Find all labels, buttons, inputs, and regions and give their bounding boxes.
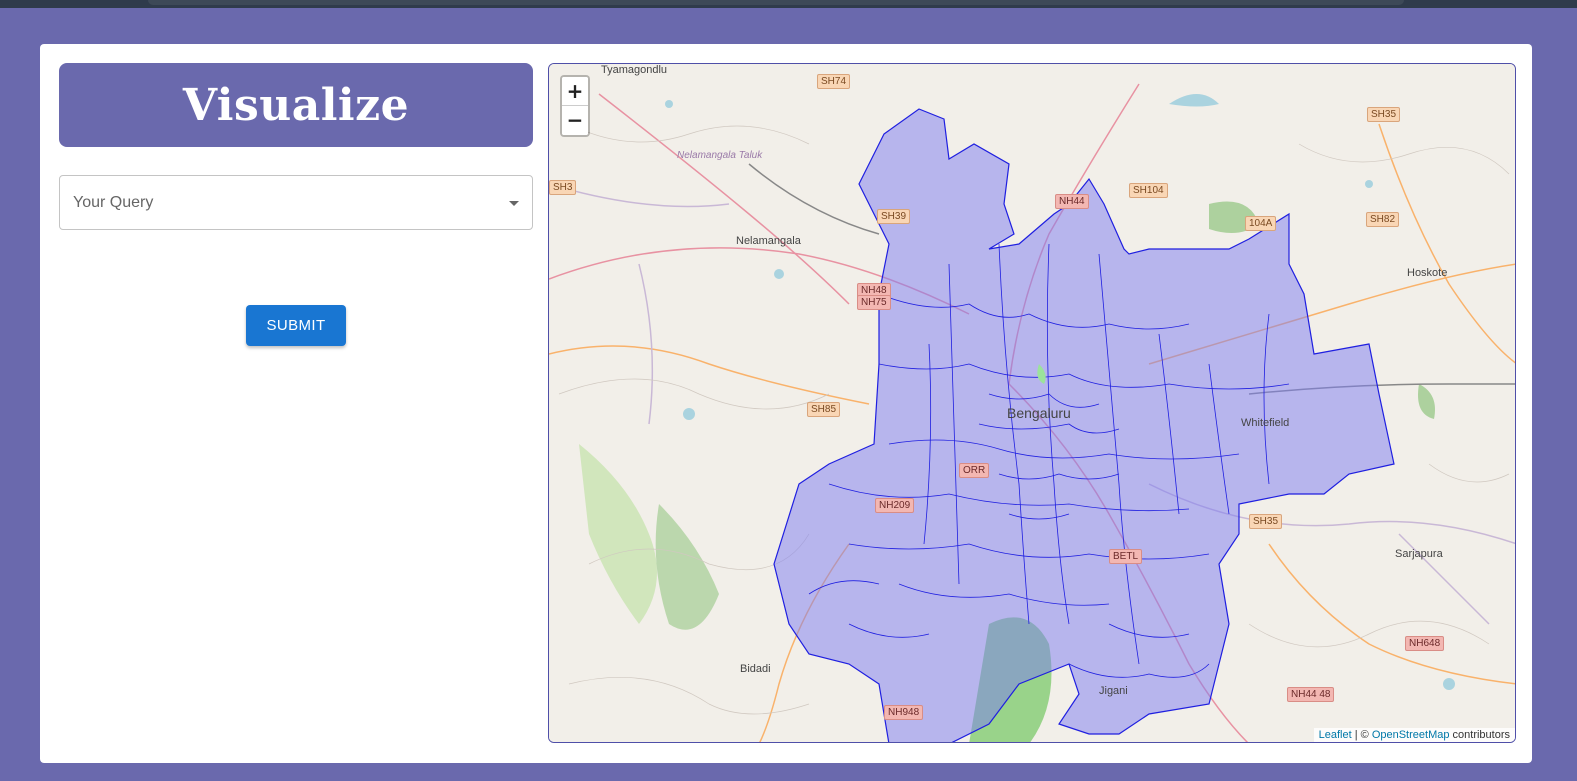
osm-link[interactable]: OpenStreetMap [1372,729,1450,741]
attribution-suffix: contributors [1449,729,1510,741]
map-place-label: Nelamangala [736,235,801,247]
road-shield: NH648 [1405,636,1445,651]
title-banner: Visualize [59,63,533,147]
map-canvas [549,64,1515,742]
map-place-label: Hoskote [1407,267,1448,279]
road-shield: NH44 [1055,194,1089,209]
map-place-label: Jigani [1099,685,1128,697]
zoom-in-button[interactable]: + [562,77,588,106]
map-place-label: Whitefield [1241,417,1290,429]
browser-top-bar [0,0,1577,8]
road-shield: SH82 [1366,212,1400,227]
query-placeholder: Your Query [73,193,154,211]
map-attribution: Leaflet | © OpenStreetMap contributors [1313,728,1515,742]
submit-button[interactable]: SUBMIT [246,305,346,346]
zoom-control: + − [560,75,590,137]
road-shield: SH74 [817,74,851,89]
road-shield: NH948 [884,705,924,720]
query-select[interactable]: Your Query [59,175,533,230]
road-shield: SH39 [877,209,911,224]
road-shield: NH209 [875,498,915,513]
chevron-down-icon [509,201,519,206]
road-shield: NH75 [857,295,891,310]
leaflet-link[interactable]: Leaflet [1319,729,1352,741]
road-shield: SH104 [1129,183,1168,198]
map-place-label: Sarjapura [1395,548,1443,560]
road-shield: SH3 [549,180,577,195]
road-shield: SH35 [1249,514,1283,529]
map-view[interactable]: Tyamagondlu Nelamangala Nelamangala Talu… [548,63,1516,743]
road-shield: ORR [959,463,990,478]
attribution-separator: | © [1351,729,1372,741]
map-place-label: Bengaluru [1007,405,1071,421]
road-shield: SH85 [807,402,841,417]
road-shield: 104A [1245,216,1277,231]
zoom-out-button[interactable]: − [562,106,588,135]
road-shield: BETL [1109,549,1143,564]
main-card: Visualize Your Query SUBMIT Tyamagondlu … [40,44,1532,763]
map-place-label: Bidadi [740,663,771,675]
map-place-label: Nelamangala Taluk [677,150,763,161]
road-shield: SH35 [1367,107,1401,122]
page-title: Visualize [182,79,410,131]
address-bar [148,0,1404,5]
map-place-label: Tyamagondlu [601,64,668,76]
road-shield: NH44 48 [1287,687,1335,702]
